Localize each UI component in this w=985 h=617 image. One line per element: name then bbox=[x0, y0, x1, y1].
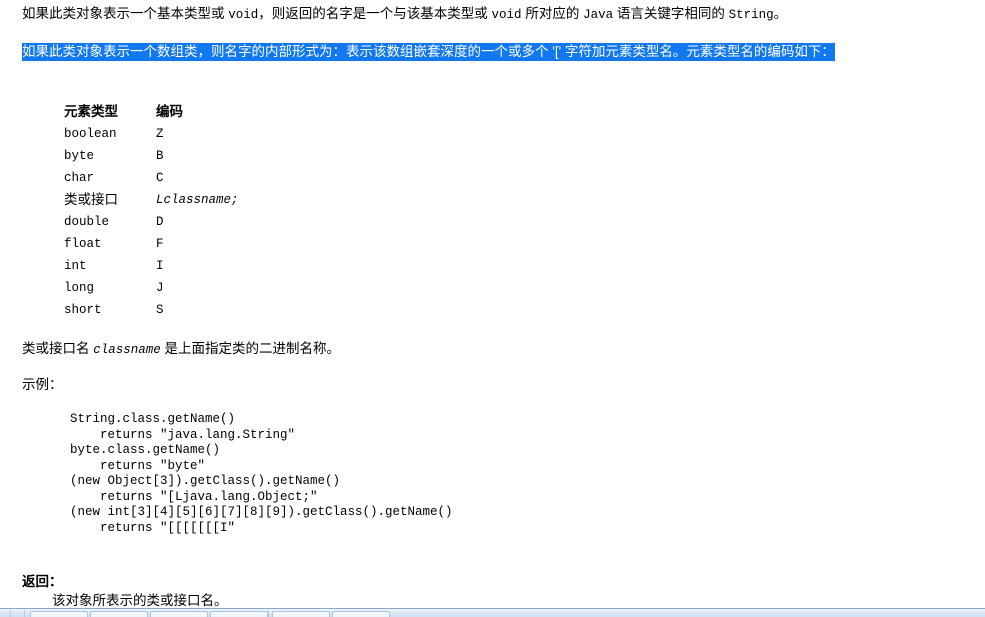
classname-sentence: 类或接口名 classname 是上面指定类的二进制名称。 bbox=[22, 339, 340, 360]
taskbar-separator bbox=[10, 610, 11, 617]
returns-label: 返回： bbox=[22, 574, 63, 589]
cell-encoding: C bbox=[156, 171, 164, 185]
table-row: float F bbox=[64, 235, 239, 257]
taskbar-button[interactable] bbox=[272, 611, 330, 617]
column-header-element-type: 元素类型 bbox=[64, 104, 118, 119]
cell-element-type: boolean bbox=[64, 127, 117, 141]
document-body: 如果此类对象表示一个基本类型或 void，则返回的名字是一个与该基本类型或 vo… bbox=[0, 0, 985, 608]
encoding-table-body: boolean Zbyte Bchar C 类或接口 Lclassname; double D… bbox=[64, 125, 239, 323]
taskbar[interactable] bbox=[0, 608, 985, 617]
cell-encoding: B bbox=[156, 149, 164, 163]
intro-text-part-2: ，则返回的名字是一个与该基本类型或 bbox=[258, 6, 492, 21]
selected-paragraph-container[interactable]: 如果此类对象表示一个数组类，则名字的内部形式为：表示该数组嵌套深度的一个或多个 … bbox=[22, 42, 974, 61]
taskbar-button[interactable] bbox=[210, 611, 268, 617]
classname-prefix: 类或接口名 bbox=[22, 341, 94, 356]
cell-encoding: J bbox=[156, 281, 164, 295]
keyword-java: Java bbox=[583, 8, 614, 22]
code-example-block: String.class.getName() returns "java.lan… bbox=[70, 412, 453, 535]
returns-description: 该对象所表示的类或接口名。 bbox=[52, 593, 228, 608]
keyword-string: String bbox=[728, 8, 774, 22]
keyword-void-2: void bbox=[491, 8, 522, 22]
taskbar-button[interactable] bbox=[30, 611, 88, 617]
cell-element-type: byte bbox=[64, 149, 95, 163]
table-row: byte B bbox=[64, 147, 239, 169]
table-row: double D bbox=[64, 213, 239, 235]
example-label: 示例： bbox=[22, 377, 63, 392]
cell-element-type: double bbox=[64, 215, 110, 229]
encoding-table: 元素类型 编码 boolean Zbyte Bchar C 类或接口 Lclassname… bbox=[64, 100, 239, 323]
keyword-void-1: void bbox=[228, 8, 259, 22]
cell-element-type: short bbox=[64, 303, 102, 317]
taskbar-separator bbox=[24, 610, 25, 617]
cell-element-type: long bbox=[64, 281, 95, 295]
intro-text-part-3: 所对应的 bbox=[521, 6, 584, 21]
cell-element-type: 类或接口 bbox=[64, 192, 118, 207]
column-header-encoding: 编码 bbox=[156, 104, 183, 119]
taskbar-button[interactable] bbox=[90, 611, 148, 617]
cell-encoding: I bbox=[156, 259, 164, 273]
cell-element-type: float bbox=[64, 237, 102, 251]
cell-element-type: char bbox=[64, 171, 95, 185]
intro-text-part-5: 。 bbox=[773, 6, 788, 21]
table-row: short S bbox=[64, 301, 239, 323]
table-row: 类或接口 Lclassname; bbox=[64, 191, 239, 213]
intro-paragraph: 如果此类对象表示一个基本类型或 void，则返回的名字是一个与该基本类型或 vo… bbox=[22, 4, 972, 25]
selection-highlight[interactable]: 如果此类对象表示一个数组类，则名字的内部形式为：表示该数组嵌套深度的一个或多个 … bbox=[22, 43, 835, 61]
table-row: boolean Z bbox=[64, 125, 239, 147]
taskbar-button[interactable] bbox=[332, 611, 390, 617]
cell-encoding: D bbox=[156, 215, 164, 229]
cell-encoding: Lclassname; bbox=[156, 193, 239, 207]
cell-encoding: F bbox=[156, 237, 164, 251]
intro-text-part-4: 语言关键字相同的 bbox=[613, 6, 729, 21]
taskbar-button[interactable] bbox=[150, 611, 208, 617]
classname-code: classname bbox=[93, 343, 161, 357]
table-row: int I bbox=[64, 257, 239, 279]
table-row: char C bbox=[64, 169, 239, 191]
table-row: long J bbox=[64, 279, 239, 301]
table-header-row: 元素类型 编码 bbox=[64, 100, 239, 125]
cell-element-type: int bbox=[64, 259, 87, 273]
taskbar-separator bbox=[268, 610, 269, 617]
taskbar-inner bbox=[0, 609, 985, 617]
classname-suffix: 是上面指定类的二进制名称。 bbox=[160, 341, 341, 356]
cell-encoding: S bbox=[156, 303, 164, 317]
cell-encoding: Z bbox=[156, 127, 164, 141]
array-paragraph[interactable]: 如果此类对象表示一个数组类，则名字的内部形式为：表示该数组嵌套深度的一个或多个 … bbox=[22, 42, 974, 61]
intro-text-part-1: 如果此类对象表示一个基本类型或 bbox=[22, 6, 229, 21]
